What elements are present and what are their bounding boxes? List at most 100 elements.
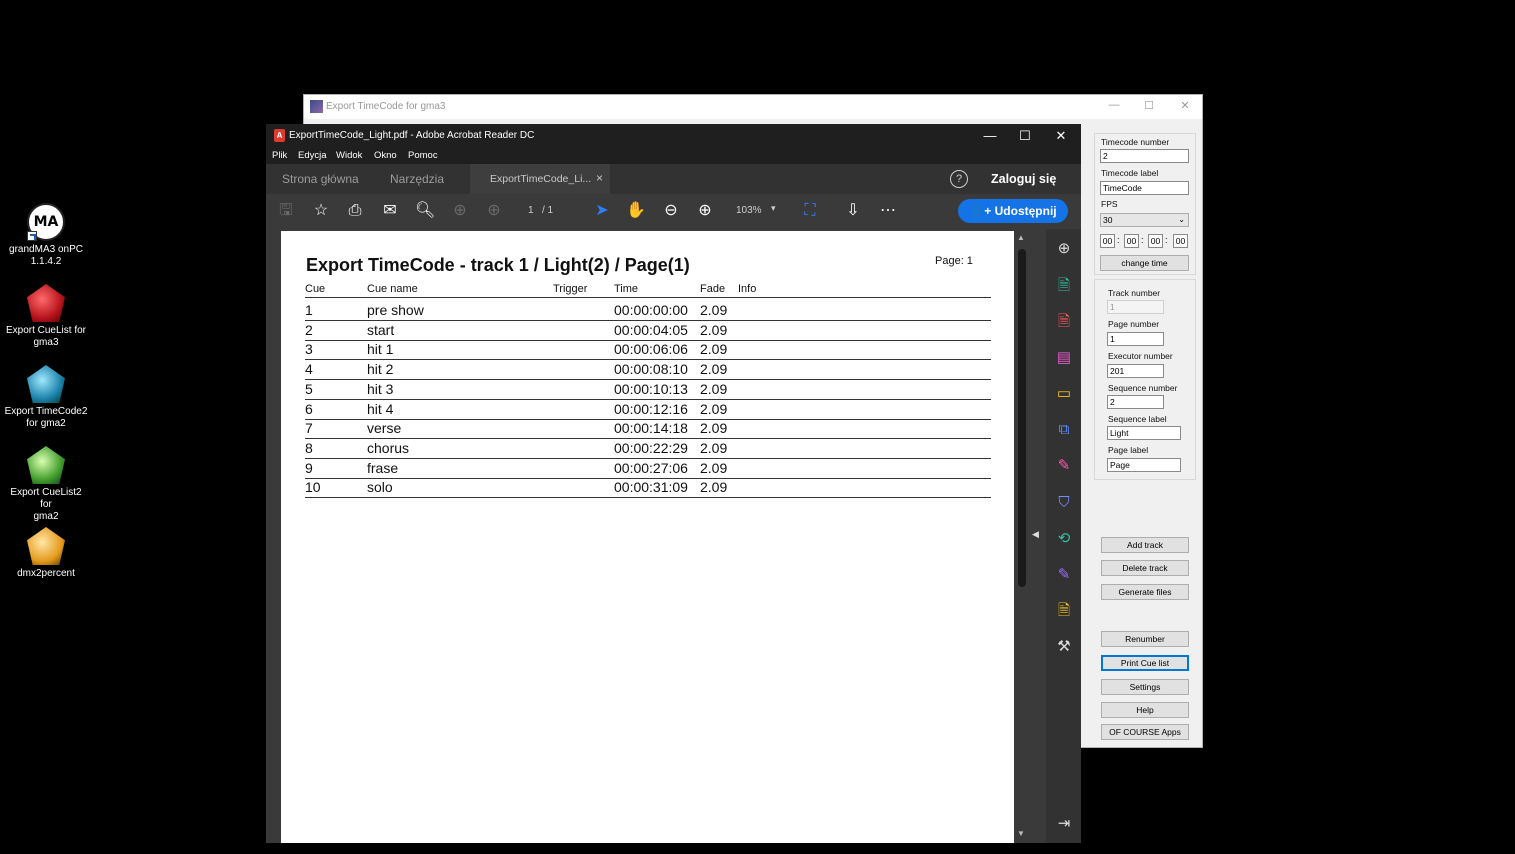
share-button[interactable]: 👤+ Udostępnij xyxy=(958,199,1068,223)
zoom-level[interactable]: 103% xyxy=(736,205,762,216)
expand-panel-icon[interactable]: ⇥ xyxy=(1054,814,1074,834)
time-seconds-input[interactable]: 00 xyxy=(1148,234,1163,248)
create-pdf-icon[interactable]: 🗎 xyxy=(1054,312,1074,332)
executor-number-label: Executor number xyxy=(1108,351,1173,361)
share-label: Udostępnij xyxy=(994,204,1057,218)
right-panel-toggle-icon[interactable]: ◀ xyxy=(1032,529,1039,540)
desktop-icon-grandma3[interactable]: MA grandMA3 onPC 1.1.4.2 xyxy=(4,203,88,268)
organize-pages-icon[interactable]: ▤ xyxy=(1054,348,1074,368)
mail-icon[interactable]: ✉ xyxy=(380,202,400,220)
time-hours-input[interactable]: 00 xyxy=(1100,234,1115,248)
menu-widok[interactable]: Widok xyxy=(336,150,362,161)
zoom-out-icon[interactable]: ⊖ xyxy=(661,202,681,220)
fill-sign-icon[interactable]: ✎ xyxy=(1054,456,1074,476)
close-tab-icon[interactable]: × xyxy=(596,171,603,185)
sequence-label-input[interactable]: Light xyxy=(1107,426,1181,440)
scan-ocr-icon[interactable]: ⟲ xyxy=(1054,529,1074,549)
sequence-number-input[interactable]: 2 xyxy=(1107,395,1164,409)
of-course-apps-button[interactable]: OF COURSE Apps xyxy=(1101,724,1189,740)
minimize-button[interactable]: — xyxy=(1104,99,1124,111)
generate-files-button[interactable]: Generate files xyxy=(1101,584,1189,600)
maximize-button[interactable]: ☐ xyxy=(1139,99,1159,112)
scroll-up-icon[interactable]: ▲ xyxy=(1017,233,1025,242)
menu-edycja[interactable]: Edycja xyxy=(298,150,327,161)
timecode-label-label: Timecode label xyxy=(1101,168,1159,178)
send-for-comments-icon[interactable]: 🗎 xyxy=(1054,601,1074,621)
close-button[interactable]: ✕ xyxy=(1175,99,1195,112)
menu-okno[interactable]: Okno xyxy=(374,150,397,161)
fit-page-icon[interactable]: ⛶ xyxy=(800,202,820,220)
delete-track-button[interactable]: Delete track xyxy=(1101,560,1189,576)
help-button[interactable]: Help xyxy=(1101,702,1189,718)
close-button[interactable]: ✕ xyxy=(1051,128,1071,144)
comment-icon[interactable]: ▭ xyxy=(1054,384,1074,404)
help-icon[interactable]: ? xyxy=(950,170,968,188)
combine-files-icon[interactable]: ⧉ xyxy=(1054,420,1074,440)
export-pdf-icon[interactable]: 🗎 xyxy=(1054,276,1074,296)
zoom-in-icon[interactable]: ⊕ xyxy=(695,202,715,220)
minimize-button[interactable]: — xyxy=(980,128,1000,143)
hand-icon[interactable]: ✋ xyxy=(626,202,646,220)
more-icon[interactable]: ⋯ xyxy=(878,202,898,220)
cue-cell: 10 xyxy=(305,479,321,496)
timecode-number-input[interactable]: 2 xyxy=(1100,149,1189,163)
fade-cell: 2.09 xyxy=(700,420,728,437)
time-cell: 00:00:10:13 xyxy=(614,380,688,397)
more-tools-icon[interactable]: ⚒ xyxy=(1054,637,1074,657)
dmx2percent-icon xyxy=(27,527,65,565)
page-total: / 1 xyxy=(542,205,554,216)
save-icon[interactable]: 🖫 xyxy=(276,202,296,220)
shortcut-arrow-icon xyxy=(27,231,37,241)
page-up-icon[interactable]: ⊕ xyxy=(450,202,470,220)
cue-name-cell: chorus xyxy=(367,439,410,456)
time-cell: 00:00:22:29 xyxy=(614,439,688,456)
menu-pomoc[interactable]: Pomoc xyxy=(408,150,438,161)
time-cell: 00:00:08:10 xyxy=(614,361,688,378)
page-number-input[interactable]: 1 xyxy=(1107,332,1164,346)
title-bar[interactable]: Export TimeCode for gma3 — ☐ ✕ xyxy=(304,95,1202,119)
change-time-button[interactable]: change time xyxy=(1100,255,1189,271)
desktop-icon-export-timecode2[interactable]: Export TimeCode2 for gma2 xyxy=(4,365,88,430)
zoom-icon[interactable]: ⊕ xyxy=(1054,239,1074,259)
star-icon[interactable]: ☆ xyxy=(311,202,331,220)
desktop-icon-dmx2percent[interactable]: dmx2percent xyxy=(4,527,88,580)
timecode-label-input[interactable]: TimeCode xyxy=(1100,181,1189,195)
request-signature-icon[interactable]: ✎ xyxy=(1054,565,1074,585)
time-minutes-input[interactable]: 00 xyxy=(1124,234,1139,248)
cue-name-cell: hit 1 xyxy=(367,341,394,358)
renumber-button[interactable]: Renumber xyxy=(1101,631,1189,647)
time-cell: 00:00:27:06 xyxy=(614,459,688,476)
cue-name-cell: frase xyxy=(367,459,399,476)
page-number-field[interactable]: 1 xyxy=(528,205,534,216)
settings-button[interactable]: Settings xyxy=(1101,679,1189,695)
tab-document[interactable]: ExportTimeCode_Li... × xyxy=(470,164,610,194)
fade-cell: 2.09 xyxy=(700,400,728,417)
fps-select[interactable]: 30 ⌄ xyxy=(1100,213,1189,227)
chevron-down-icon[interactable]: ▾ xyxy=(771,203,776,214)
time-separator: : xyxy=(1117,235,1120,245)
cue-cell: 7 xyxy=(305,420,313,437)
print-icon[interactable]: ⎙ xyxy=(345,202,365,220)
menu-plik[interactable]: Plik xyxy=(272,150,287,161)
time-frames-input[interactable]: 00 xyxy=(1173,234,1188,248)
add-track-button[interactable]: Add track xyxy=(1101,537,1189,553)
search-icon[interactable]: 🔍︎ xyxy=(415,202,435,220)
scroll-mode-icon[interactable]: ⇩ xyxy=(843,202,863,220)
table-row: 1 pre show 00:00:00:00 2.09 xyxy=(305,301,991,321)
title-bar[interactable]: A ExportTimeCode_Light.pdf - Adobe Acrob… xyxy=(266,124,1081,148)
maximize-button[interactable]: ☐ xyxy=(1015,128,1035,144)
select-cursor-icon[interactable]: ➤ xyxy=(592,202,612,220)
tab-home[interactable]: Strona główna xyxy=(282,172,359,186)
protect-icon[interactable]: ⛉ xyxy=(1054,493,1074,513)
table-row: 5 hit 3 00:00:10:13 2.09 xyxy=(305,380,991,400)
desktop-icon-export-cuelist[interactable]: Export CueList for gma3 xyxy=(4,284,88,349)
print-cue-list-button[interactable]: Print Cue list xyxy=(1101,655,1189,671)
scroll-down-icon[interactable]: ▼ xyxy=(1017,829,1025,838)
executor-number-input[interactable]: 201 xyxy=(1107,364,1164,378)
tab-tools[interactable]: Narzędzia xyxy=(390,172,444,186)
sign-in-link[interactable]: Zaloguj się xyxy=(991,172,1056,186)
page-label-input[interactable]: Page xyxy=(1107,458,1181,472)
scrollbar-thumb[interactable] xyxy=(1018,249,1026,587)
desktop-icon-export-cuelist2[interactable]: Export CueList2 for gma2 xyxy=(4,446,88,523)
page-down-icon[interactable]: ⊕ xyxy=(484,202,504,220)
